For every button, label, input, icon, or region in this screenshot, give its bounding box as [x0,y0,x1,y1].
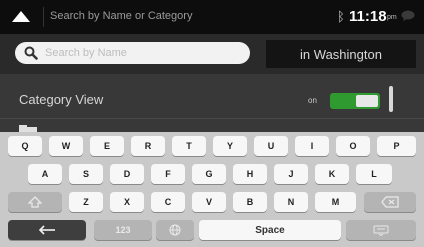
menu-button[interactable] [10,9,32,25]
key-n[interactable]: N [274,192,308,212]
left-arrow-icon [38,225,55,235]
key-f[interactable]: F [151,164,185,184]
key-a[interactable]: A [28,164,62,184]
key-b[interactable]: B [233,192,267,212]
keyboard-hide-icon [373,225,389,236]
key-q[interactable]: Q [8,136,42,156]
page-title: Search by Name or Category [50,10,193,22]
back-key[interactable] [8,220,86,240]
speech-bubble-icon[interactable] [401,10,415,21]
key-l[interactable]: L [356,164,392,184]
hide-keyboard-key[interactable] [346,220,416,240]
bluetooth-icon: ᛒ [337,9,345,24]
key-x[interactable]: X [110,192,144,212]
key-t[interactable]: T [172,136,206,156]
numbers-key[interactable]: 123 [94,220,152,240]
key-p[interactable]: P [377,136,416,156]
backspace-icon [381,196,399,208]
key-h[interactable]: H [233,164,267,184]
category-view-label: Category View [19,92,104,107]
key-w[interactable]: W [49,136,83,156]
shift-key[interactable] [8,192,62,212]
globe-icon [169,224,181,236]
category-view-row[interactable]: Category View on [0,84,424,119]
key-c[interactable]: C [151,192,185,212]
backspace-key[interactable] [364,192,416,212]
key-j[interactable]: J [274,164,308,184]
location-filter-button[interactable]: in Washington [266,40,416,68]
onscreen-keyboard: Q W E R T Y U I O P A S D F G H J K L Z … [0,132,424,247]
key-u[interactable]: U [254,136,288,156]
key-y[interactable]: Y [213,136,247,156]
key-z[interactable]: Z [69,192,103,212]
results-list: Category View on [0,74,424,132]
toggle-state-label: on [308,96,317,105]
top-bar: Search by Name or Category ᛒ 11:18 pm [0,0,424,34]
key-r[interactable]: R [131,136,165,156]
search-icon [24,46,38,60]
language-key[interactable] [156,220,194,240]
key-d[interactable]: D [110,164,144,184]
search-row: in Washington [0,34,424,74]
category-view-toggle[interactable] [330,93,380,109]
toggle-thumb [356,95,378,107]
header-divider [43,7,44,27]
scrollbar[interactable] [389,86,393,112]
key-m[interactable]: M [315,192,356,212]
search-input[interactable] [15,42,250,64]
clock-time: 11:18 [349,8,387,25]
space-key[interactable]: Space [199,220,341,240]
clock-ampm: pm [387,14,397,21]
key-o[interactable]: O [336,136,370,156]
folder-icon [19,125,37,132]
triangle-up-icon [12,11,30,22]
shift-arrow-icon [28,196,42,208]
key-e[interactable]: E [90,136,124,156]
key-i[interactable]: I [295,136,329,156]
key-v[interactable]: V [192,192,226,212]
location-label: in Washington [300,46,382,62]
key-k[interactable]: K [315,164,349,184]
key-g[interactable]: G [192,164,226,184]
key-s[interactable]: S [69,164,103,184]
